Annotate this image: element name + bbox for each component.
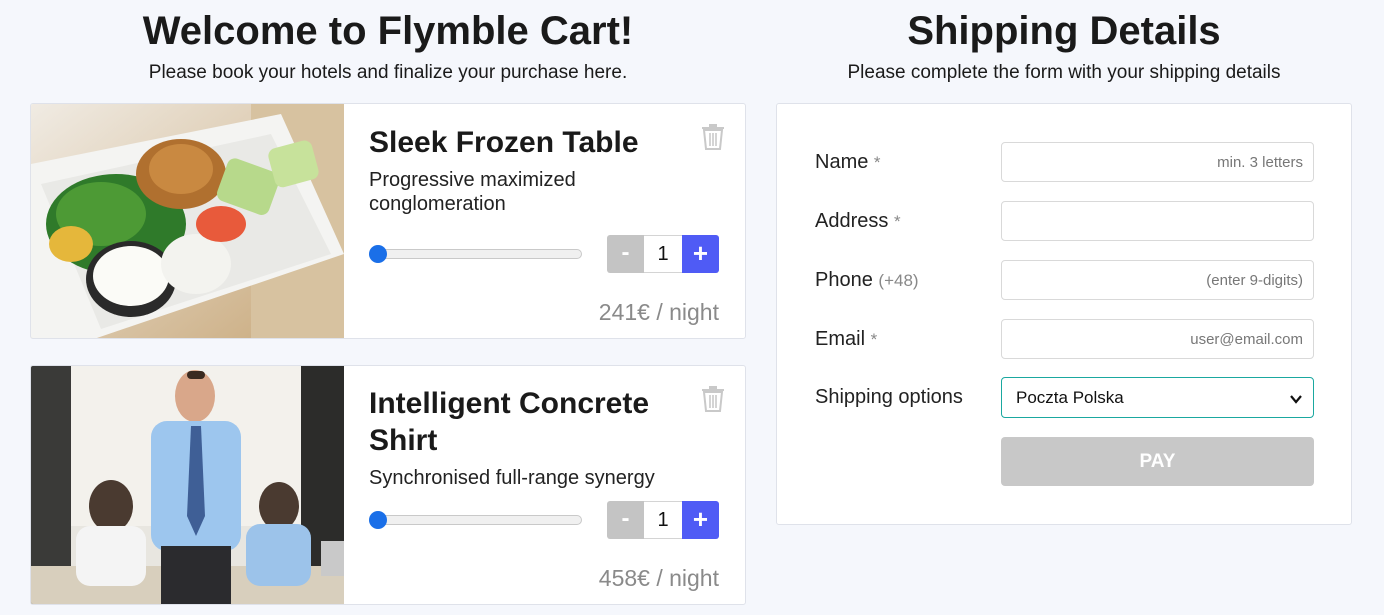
office-people-photo: [31, 366, 344, 604]
form-row-name: Name *: [815, 142, 1315, 182]
address-input[interactable]: [1001, 201, 1314, 241]
shipping-form: Name * Address * Phone (+48) Email *: [776, 103, 1352, 525]
form-row-address: Address *: [815, 201, 1315, 241]
quantity-slider[interactable]: [369, 245, 582, 263]
item-description: Synchronised full-range synergy: [369, 467, 655, 489]
cart-item-card: Sleek Frozen Table Progressive maximized…: [30, 103, 746, 339]
trash-icon[interactable]: [701, 386, 727, 414]
shipping-column: Shipping Details Please complete the for…: [776, 0, 1352, 525]
cart-subtitle: Please book your hotels and finalize you…: [148, 62, 628, 83]
email-label-text: Email: [815, 328, 866, 350]
quantity-value: 1: [644, 235, 682, 273]
slider-thumb[interactable]: [369, 511, 387, 529]
form-row-phone: Phone (+48): [815, 260, 1315, 300]
phone-input[interactable]: [1001, 260, 1314, 300]
address-label: Address *: [815, 209, 901, 234]
required-mark: *: [873, 153, 881, 172]
increment-button[interactable]: +: [682, 501, 719, 539]
pay-button[interactable]: PAY: [1001, 437, 1314, 486]
shipping-options-select[interactable]: Poczta Polska: [1001, 377, 1314, 418]
chevron-down-icon: [1289, 391, 1303, 411]
decrement-button[interactable]: -: [607, 501, 644, 539]
form-row-email: Email *: [815, 319, 1315, 359]
phone-prefix: (+48): [878, 271, 919, 290]
phone-label-text: Phone: [815, 269, 873, 291]
cart-item-card: Intelligent Concrete Shirt Synchronised …: [30, 365, 746, 605]
address-label-text: Address: [815, 210, 889, 232]
item-name: Intelligent Concrete Shirt: [369, 387, 650, 457]
trash-icon[interactable]: [701, 124, 727, 152]
form-row-shipping: Shipping options Poczta Polska: [815, 377, 1315, 418]
shipping-title: Shipping Details: [907, 9, 1221, 53]
slider-thumb[interactable]: [369, 245, 387, 263]
name-label-text: Name: [815, 151, 869, 173]
shipping-subtitle: Please complete the form with your shipp…: [847, 62, 1281, 83]
name-input[interactable]: [1001, 142, 1314, 182]
phone-label: Phone (+48): [815, 268, 919, 293]
bento-food-photo: [31, 104, 344, 338]
increment-button[interactable]: +: [682, 235, 719, 273]
email-label: Email *: [815, 327, 877, 352]
item-price: 241€ / night: [598, 299, 719, 325]
quantity-stepper: - 1 +: [607, 501, 719, 539]
quantity-value: 1: [644, 501, 682, 539]
item-description: Progressive maximized conglomeration: [369, 169, 576, 215]
quantity-slider[interactable]: [369, 511, 582, 529]
email-input[interactable]: [1001, 319, 1314, 359]
shipping-selected-value: Poczta Polska: [1016, 387, 1124, 407]
name-label: Name *: [815, 150, 881, 175]
cart-column: Welcome to Flymble Cart! Please book you…: [30, 0, 746, 605]
item-price: 458€ / night: [598, 565, 719, 591]
required-mark: *: [893, 212, 901, 231]
decrement-button[interactable]: -: [607, 235, 644, 273]
shipping-options-label: Shipping options: [815, 386, 963, 408]
required-mark: *: [870, 330, 878, 349]
cart-title: Welcome to Flymble Cart!: [142, 9, 634, 53]
quantity-stepper: - 1 +: [607, 235, 719, 273]
item-name: Sleek Frozen Table: [369, 126, 639, 159]
